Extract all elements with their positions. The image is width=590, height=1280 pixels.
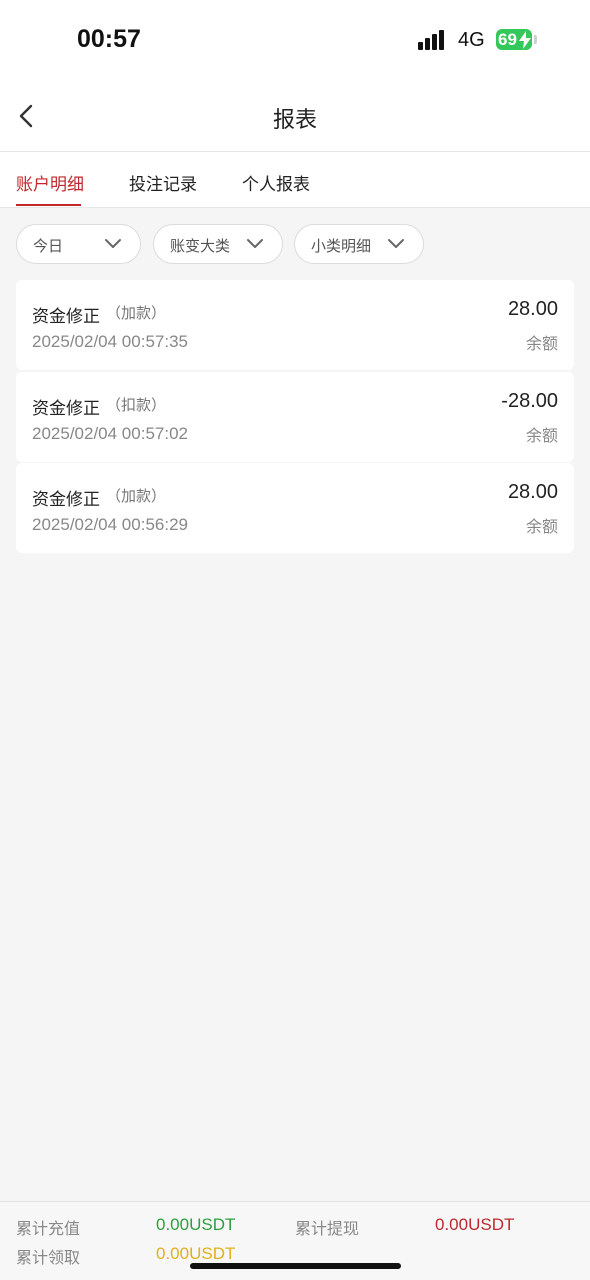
withdraw-total-value: 0.00USDT — [435, 1215, 515, 1234]
battery-level: 69 — [498, 30, 517, 49]
record-card[interactable]: 资金修正 （加款） 2025/02/04 00:57:35 28.00 余额 — [16, 280, 574, 370]
withdraw-total-label: 累计提现 — [295, 1219, 360, 1238]
signal-icon — [418, 30, 450, 50]
record-card[interactable]: 资金修正 （扣款） 2025/02/04 00:57:02 -28.00 余额 — [16, 372, 574, 462]
record-amount: 28.00 — [507, 298, 558, 320]
status-bar: 00:57 4G 69 — [0, 0, 590, 80]
record-title: 资金修正 — [32, 399, 100, 419]
record-time: 2025/02/04 00:56:29 — [32, 515, 188, 534]
record-title: 资金修正 — [32, 307, 100, 327]
home-indicator[interactable] — [190, 1263, 401, 1269]
record-card[interactable]: 资金修正 （加款） 2025/02/04 00:56:29 28.00 余额 — [16, 463, 574, 553]
record-title: 资金修正 — [32, 490, 100, 510]
filter-bar: 今日 账变大类 小类明细 — [0, 208, 590, 278]
page-title: 报表 — [272, 108, 317, 133]
record-amount: 28.00 — [507, 481, 558, 503]
tab-active-indicator — [16, 204, 81, 206]
nav-bar: 报表 — [0, 80, 590, 152]
filter-date-dropdown[interactable]: 今日 — [16, 224, 141, 264]
filter-category-label: 账变大类 — [170, 237, 231, 255]
record-time: 2025/02/04 00:57:35 — [32, 332, 188, 351]
deposit-total-label: 累计充值 — [16, 1219, 81, 1238]
record-type-tag: （加款） — [106, 487, 167, 505]
record-balance-label: 余额 — [525, 334, 558, 353]
filter-date-label: 今日 — [33, 237, 64, 255]
record-type-tag: （扣款） — [106, 396, 167, 414]
chevron-down-icon — [388, 239, 404, 248]
battery-cap — [534, 35, 537, 44]
tab-account-details[interactable]: 账户明细 — [16, 170, 84, 195]
tab-bet-records[interactable]: 投注记录 — [129, 170, 197, 195]
network-type: 4G — [458, 29, 485, 51]
charging-bolt-icon — [519, 31, 531, 49]
tab-bar: 账户明细 投注记录 个人报表 — [0, 152, 590, 208]
chevron-down-icon — [105, 239, 121, 248]
record-type-tag: （加款） — [106, 304, 167, 322]
chevron-down-icon — [247, 239, 263, 248]
record-amount: -28.00 — [501, 390, 558, 412]
filter-category-dropdown[interactable]: 账变大类 — [153, 224, 283, 264]
tab-personal-report[interactable]: 个人报表 — [242, 170, 310, 195]
record-balance-label: 余额 — [525, 517, 558, 536]
filter-subcategory-dropdown[interactable]: 小类明细 — [294, 224, 424, 264]
deposit-total-value: 0.00USDT — [156, 1215, 236, 1234]
status-time: 00:57 — [77, 25, 141, 53]
record-time: 2025/02/04 00:57:02 — [32, 424, 188, 443]
record-balance-label: 余额 — [525, 426, 558, 445]
claim-total-label: 累计领取 — [16, 1248, 81, 1267]
claim-total-value: 0.00USDT — [156, 1244, 236, 1263]
filter-subcategory-label: 小类明细 — [311, 237, 372, 255]
